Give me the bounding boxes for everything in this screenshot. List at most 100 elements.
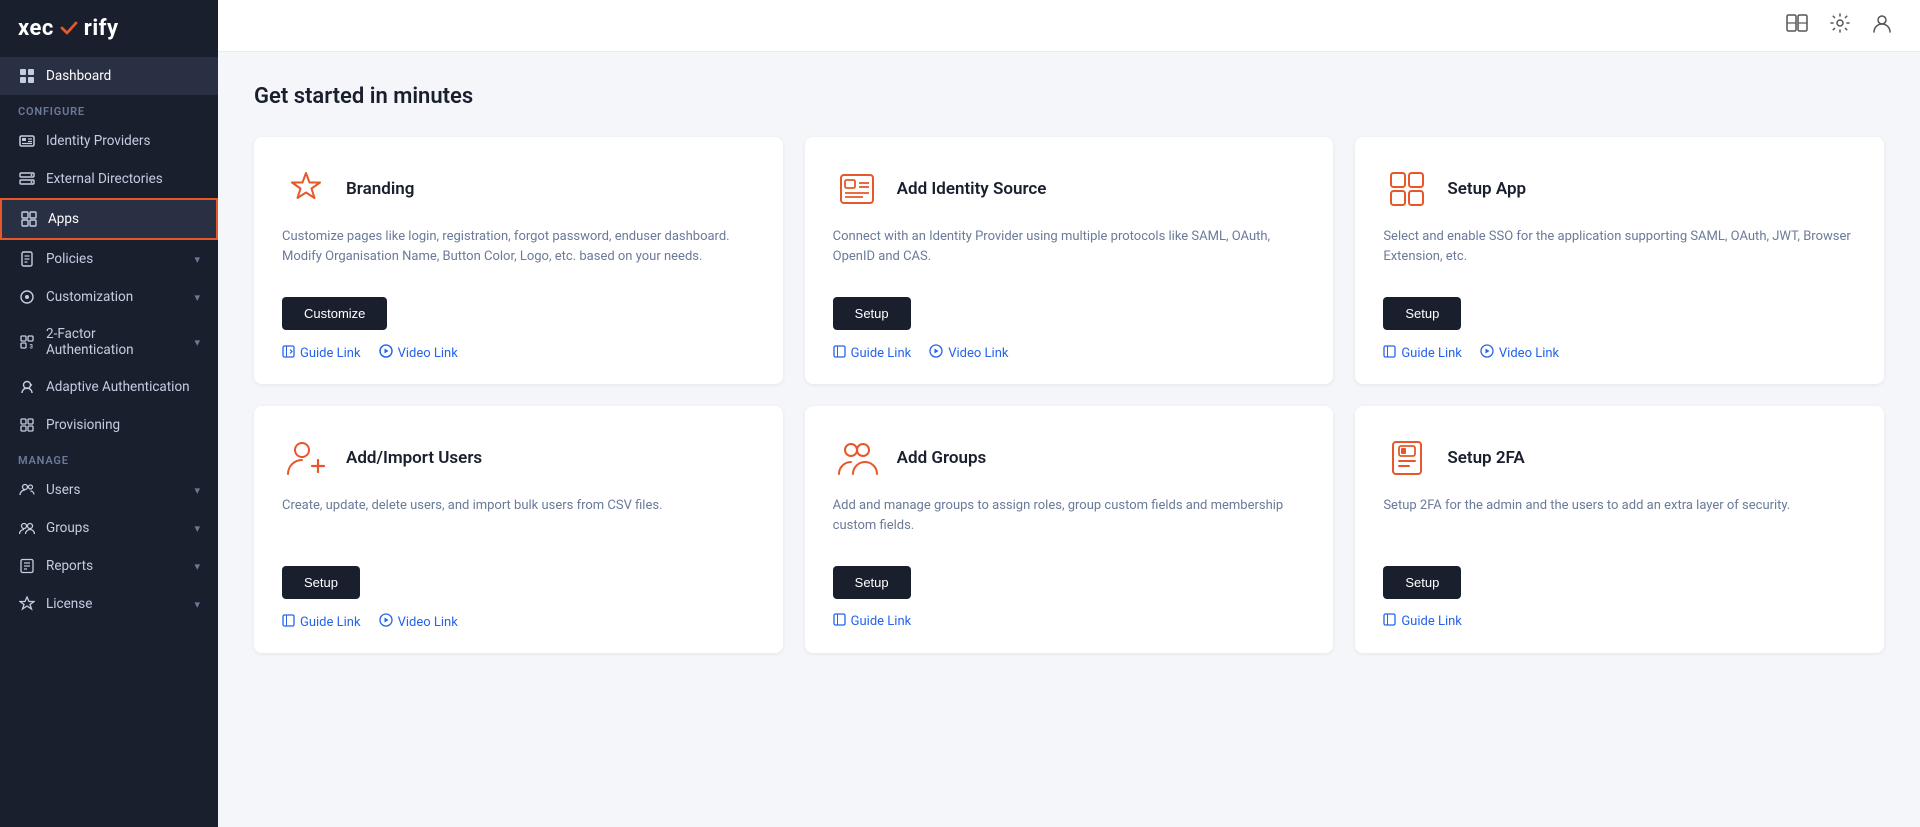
card-add-users-header: Add/Import Users — [282, 434, 755, 482]
setup-app-links: Guide Link Video Link — [1383, 344, 1856, 362]
setup-app-guide-link[interactable]: Guide Link — [1383, 345, 1462, 362]
add-users-desc: Create, update, delete users, and import… — [282, 496, 755, 548]
add-groups-desc: Add and manage groups to assign roles, g… — [833, 496, 1306, 548]
provisioning-label: Provisioning — [46, 417, 120, 433]
add-users-guide-link[interactable]: Guide Link — [282, 614, 361, 631]
user-profile-icon[interactable] — [1872, 13, 1892, 38]
configure-section-label: Configure — [0, 95, 218, 122]
add-users-video-link[interactable]: Video Link — [379, 613, 458, 631]
setup-2fa-links: Guide Link — [1383, 613, 1856, 630]
sidebar: xec rify Dashboard Configure — [0, 0, 218, 827]
card-setup-app-header: Setup App — [1383, 165, 1856, 213]
branding-icon — [282, 165, 330, 213]
groups-chevron-icon: ▾ — [194, 522, 200, 535]
2fa-label: 2-Factor Authentication — [46, 326, 184, 358]
identity-source-desc: Connect with an Identity Provider using … — [833, 227, 1306, 279]
reports-label: Reports — [46, 558, 93, 574]
add-users-icon — [282, 434, 330, 482]
add-groups-title: Add Groups — [897, 448, 987, 468]
logo-check-icon — [54, 16, 84, 41]
apps-icon — [20, 210, 38, 228]
apps-label: Apps — [48, 211, 79, 227]
card-setup-2fa-header: Setup 2FA — [1383, 434, 1856, 482]
setup-2fa-title: Setup 2FA — [1447, 448, 1524, 468]
sidebar-item-adaptive-auth[interactable]: Adaptive Authentication — [0, 368, 218, 406]
setup-2fa-guide-icon — [1383, 613, 1396, 630]
branding-guide-link[interactable]: Guide Link — [282, 345, 361, 362]
adaptive-auth-icon — [18, 378, 36, 396]
svg-text:3: 3 — [30, 344, 34, 351]
card-identity-header: Add Identity Source — [833, 165, 1306, 213]
add-groups-links: Guide Link — [833, 613, 1306, 630]
identity-providers-label: Identity Providers — [46, 133, 150, 149]
license-label: License — [46, 596, 92, 612]
add-groups-guide-link[interactable]: Guide Link — [833, 613, 912, 630]
setup-2fa-button[interactable]: Setup — [1383, 566, 1461, 599]
policies-icon — [18, 250, 36, 268]
topbar — [218, 0, 1920, 52]
reports-chevron-icon: ▾ — [194, 560, 200, 573]
branding-video-link[interactable]: Video Link — [379, 344, 458, 362]
setup-app-video-link[interactable]: Video Link — [1480, 344, 1559, 362]
license-icon — [18, 595, 36, 613]
sidebar-item-users[interactable]: Users ▾ — [0, 471, 218, 509]
policies-chevron-icon: ▾ — [194, 253, 200, 266]
add-groups-setup-button[interactable]: Setup — [833, 566, 911, 599]
video-link-icon — [379, 344, 393, 362]
book-icon[interactable] — [1786, 13, 1808, 38]
setup-2fa-guide-link[interactable]: Guide Link — [1383, 613, 1462, 630]
identity-source-links: Guide Link Video Link — [833, 344, 1306, 362]
sidebar-item-license[interactable]: License ▾ — [0, 585, 218, 623]
groups-icon — [18, 519, 36, 537]
setup-app-video-icon — [1480, 344, 1494, 362]
card-setup-2fa: Setup 2FA Setup 2FA for the admin and th… — [1355, 406, 1884, 653]
card-add-groups-header: Add Groups — [833, 434, 1306, 482]
manage-section-label: Manage — [0, 444, 218, 471]
setup-2fa-desc: Setup 2FA for the admin and the users to… — [1383, 496, 1856, 548]
identity-source-icon — [833, 165, 881, 213]
card-add-users: Add/Import Users Create, update, delete … — [254, 406, 783, 653]
card-setup-app: Setup App Select and enable SSO for the … — [1355, 137, 1884, 384]
users-label: Users — [46, 482, 80, 498]
identity-source-title: Add Identity Source — [897, 179, 1047, 199]
sidebar-item-identity-providers[interactable]: Identity Providers — [0, 122, 218, 160]
main-inner: Get started in minutes Branding Customiz… — [218, 52, 1920, 685]
card-branding-header: Branding — [282, 165, 755, 213]
add-users-setup-button[interactable]: Setup — [282, 566, 360, 599]
sidebar-item-customization[interactable]: Customization ▾ — [0, 278, 218, 316]
sidebar-item-dashboard[interactable]: Dashboard — [0, 57, 218, 95]
branding-desc: Customize pages like login, registration… — [282, 227, 755, 279]
sidebar-item-policies[interactable]: Policies ▾ — [0, 240, 218, 278]
identity-source-video-link[interactable]: Video Link — [929, 344, 1008, 362]
adaptive-auth-label: Adaptive Authentication — [46, 379, 190, 395]
settings-icon[interactable] — [1830, 13, 1850, 38]
main-content: Get started in minutes Branding Customiz… — [218, 0, 1920, 827]
card-add-groups: Add Groups Add and manage groups to assi… — [805, 406, 1334, 653]
identity-providers-icon — [18, 132, 36, 150]
add-groups-guide-icon — [833, 613, 846, 630]
sidebar-item-2fa[interactable]: 3 2-Factor Authentication ▾ — [0, 316, 218, 368]
identity-source-setup-button[interactable]: Setup — [833, 297, 911, 330]
setup-app-desc: Select and enable SSO for the applicatio… — [1383, 227, 1856, 279]
reports-icon — [18, 557, 36, 575]
dashboard-label: Dashboard — [46, 68, 111, 84]
users-chevron-icon: ▾ — [194, 484, 200, 497]
sidebar-item-reports[interactable]: Reports ▾ — [0, 547, 218, 585]
branding-title: Branding — [346, 179, 414, 199]
add-groups-icon — [833, 434, 881, 482]
2fa-icon: 3 — [18, 333, 36, 351]
add-users-title: Add/Import Users — [346, 448, 482, 468]
sidebar-item-provisioning[interactable]: Provisioning — [0, 406, 218, 444]
setup-app-button[interactable]: Setup — [1383, 297, 1461, 330]
sidebar-item-apps[interactable]: Apps — [0, 198, 218, 240]
customization-label: Customization — [46, 289, 133, 305]
branding-customize-button[interactable]: Customize — [282, 297, 387, 330]
setup-app-icon — [1383, 165, 1431, 213]
setup-2fa-icon — [1383, 434, 1431, 482]
customization-chevron-icon: ▾ — [194, 291, 200, 304]
sidebar-item-groups[interactable]: Groups ▾ — [0, 509, 218, 547]
policies-label: Policies — [46, 251, 93, 267]
branding-links: Guide Link Video Link — [282, 344, 755, 362]
identity-source-guide-link[interactable]: Guide Link — [833, 345, 912, 362]
sidebar-item-external-directories[interactable]: External Directories — [0, 160, 218, 198]
